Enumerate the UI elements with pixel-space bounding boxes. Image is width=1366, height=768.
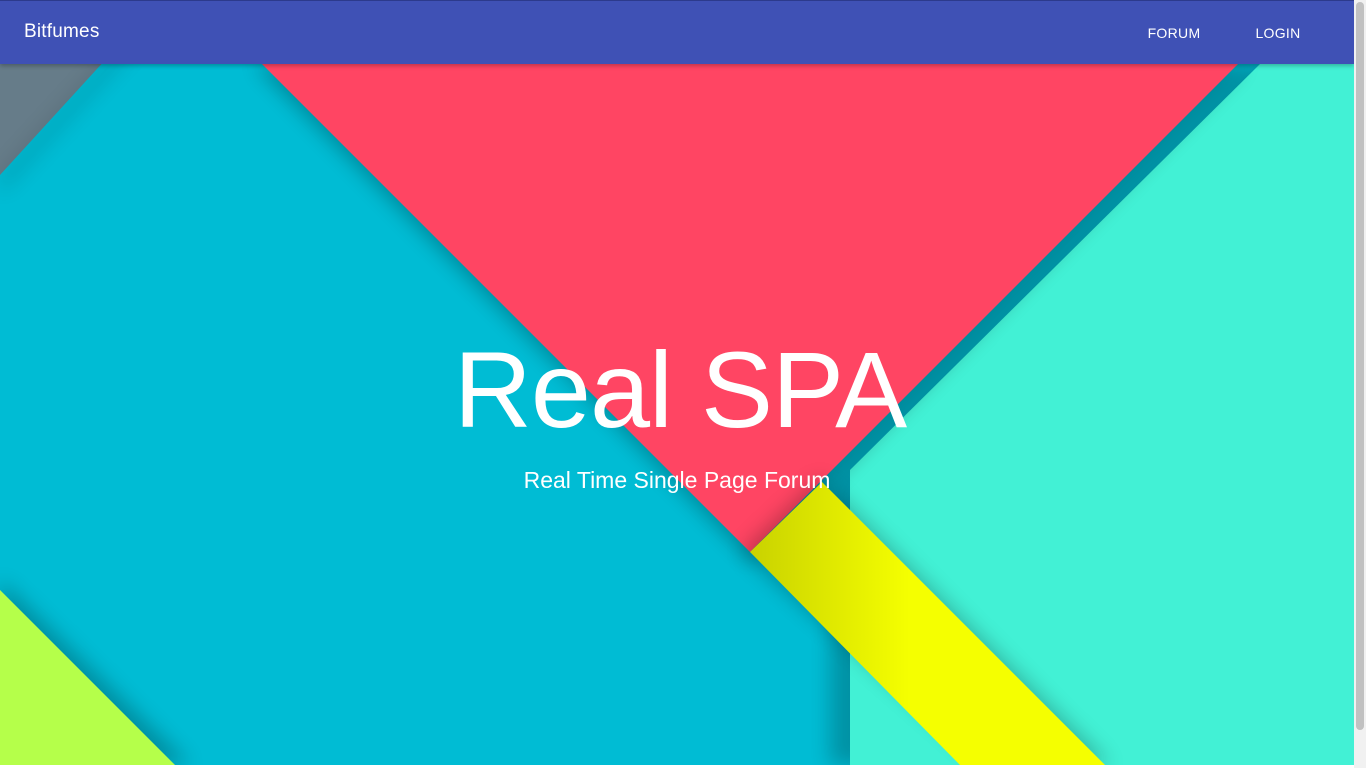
top-toolbar: Bitfumes FORUM LOGIN	[0, 0, 1354, 64]
nav-forum-button[interactable]: FORUM	[1134, 15, 1214, 51]
hero-title: Real SPA	[453, 329, 907, 450]
scrollbar-thumb[interactable]	[1356, 2, 1364, 730]
app-viewport: Bitfumes FORUM LOGIN Real SPA Real Time …	[0, 0, 1354, 765]
hero-subtitle: Real Time Single Page Forum	[523, 467, 831, 493]
nav-login-button[interactable]: LOGIN	[1241, 15, 1315, 51]
brand-title[interactable]: Bitfumes	[24, 21, 100, 43]
